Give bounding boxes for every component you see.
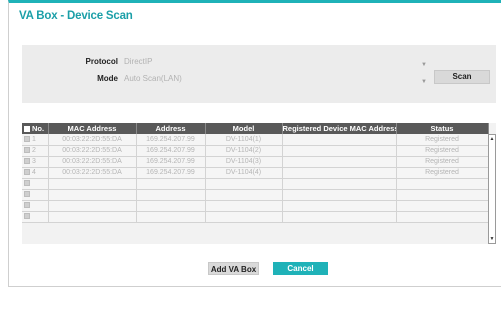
row-number-cell[interactable]	[22, 200, 49, 212]
cell-address: 169.254.207.99	[136, 134, 206, 146]
cell-status	[396, 200, 489, 212]
protocol-value: DirectIP	[124, 57, 153, 66]
cell-registered-mac	[282, 200, 397, 212]
cell-model	[205, 178, 283, 190]
cell-address	[136, 200, 206, 212]
row-checkbox[interactable]	[24, 180, 30, 186]
cell-model: DV-1104(4)	[205, 167, 283, 179]
row-number-cell[interactable]: 3	[22, 156, 49, 168]
dialog-title: VA Box - Device Scan	[19, 10, 133, 22]
scroll-down-icon[interactable]: ▼	[489, 235, 495, 243]
column-header-registered-mac: Registered Device MAC Address	[282, 123, 397, 134]
cell-registered-mac	[282, 178, 397, 190]
divider	[8, 286, 501, 287]
cell-mac: 00:03:22:2D:55:DA	[48, 156, 137, 168]
cell-registered-mac	[282, 145, 397, 157]
row-checkbox[interactable]	[24, 169, 30, 175]
cell-registered-mac	[282, 189, 397, 201]
cell-status: Registered	[396, 145, 489, 157]
column-header-no[interactable]: No.	[22, 123, 49, 134]
protocol-label: Protocol	[85, 57, 118, 66]
column-header-mac: MAC Address	[48, 123, 137, 134]
cell-model: DV-1104(1)	[205, 134, 283, 146]
row-checkbox[interactable]	[24, 158, 30, 164]
row-checkbox[interactable]	[24, 202, 30, 208]
scroll-up-icon[interactable]: ▲	[489, 135, 495, 143]
row-checkbox[interactable]	[24, 213, 30, 219]
cell-mac: 00:03:22:2D:55:DA	[48, 134, 137, 146]
cell-registered-mac	[282, 156, 397, 168]
cell-registered-mac	[282, 211, 397, 223]
row-number-cell[interactable]: 1	[22, 134, 49, 146]
cancel-button[interactable]: Cancel	[273, 262, 328, 275]
table-row[interactable]	[22, 211, 489, 223]
cell-model	[205, 200, 283, 212]
mode-label: Mode	[97, 74, 118, 83]
device-table: No. MAC Address Address Model Registered…	[22, 123, 489, 223]
cell-status	[396, 189, 489, 201]
row-number-cell[interactable]: 4	[22, 167, 49, 179]
cell-status: Registered	[396, 156, 489, 168]
cell-registered-mac	[282, 134, 397, 146]
protocol-row: Protocol DirectIP ▼	[22, 55, 496, 69]
row-number-cell[interactable]	[22, 189, 49, 201]
table-header-row: No. MAC Address Address Model Registered…	[22, 123, 489, 134]
cell-model	[205, 189, 283, 201]
table-row[interactable]	[22, 189, 489, 201]
table-row[interactable]	[22, 200, 489, 212]
add-va-box-button[interactable]: Add VA Box	[208, 262, 259, 275]
device-scan-dialog: VA Box - Device Scan Protocol DirectIP ▼…	[8, 0, 501, 286]
cell-model	[205, 211, 283, 223]
table-scrollbar[interactable]: ▲ ▼	[488, 134, 496, 244]
mode-row: Mode Auto Scan(LAN) ▼ Scan	[22, 70, 496, 86]
chevron-down-icon: ▼	[421, 79, 427, 85]
cell-status: Registered	[396, 167, 489, 179]
cell-address: 169.254.207.99	[136, 156, 206, 168]
table-row[interactable]	[22, 178, 489, 190]
row-checkbox[interactable]	[24, 191, 30, 197]
cell-mac	[48, 189, 137, 201]
mode-select[interactable]: Auto Scan(LAN) ▼	[122, 72, 427, 86]
cell-address: 169.254.207.99	[136, 145, 206, 157]
cell-model: DV-1104(3)	[205, 156, 283, 168]
device-table-container: No. MAC Address Address Model Registered…	[22, 123, 496, 244]
protocol-select[interactable]: DirectIP ▼	[122, 55, 427, 69]
table-row[interactable]: 2 00:03:22:2D:55:DA 169.254.207.99 DV-1104(…	[22, 145, 489, 157]
cell-address	[136, 189, 206, 201]
select-all-checkbox[interactable]	[24, 126, 30, 132]
cell-registered-mac	[282, 167, 397, 179]
table-row[interactable]: 4 00:03:22:2D:55:DA 169.254.207.99 DV-1104(…	[22, 167, 489, 179]
row-number-cell[interactable]	[22, 178, 49, 190]
column-header-model: Model	[205, 123, 283, 134]
cell-model: DV-1104(2)	[205, 145, 283, 157]
scan-button[interactable]: Scan	[434, 70, 490, 84]
cell-address	[136, 211, 206, 223]
row-number-cell[interactable]: 2	[22, 145, 49, 157]
cell-status	[396, 211, 489, 223]
chevron-down-icon: ▼	[421, 62, 427, 68]
cell-mac	[48, 178, 137, 190]
row-checkbox[interactable]	[24, 147, 30, 153]
cell-mac	[48, 200, 137, 212]
cell-address: 169.254.207.99	[136, 167, 206, 179]
row-number-cell[interactable]	[22, 211, 49, 223]
cell-mac: 00:03:22:2D:55:DA	[48, 145, 137, 157]
cell-mac: 00:03:22:2D:55:DA	[48, 167, 137, 179]
table-row[interactable]: 3 00:03:22:2D:55:DA 169.254.207.99 DV-1104(…	[22, 156, 489, 168]
cell-status: Registered	[396, 134, 489, 146]
cell-status	[396, 178, 489, 190]
table-row[interactable]: 1 00:03:22:2D:55:DA 169.254.207.99 DV-1104(…	[22, 134, 489, 146]
column-header-status: Status	[396, 123, 489, 134]
cell-mac	[48, 211, 137, 223]
scan-settings-panel: Protocol DirectIP ▼ Mode Auto Scan(LAN) …	[22, 45, 496, 103]
mode-value: Auto Scan(LAN)	[124, 74, 182, 83]
cell-address	[136, 178, 206, 190]
column-header-address: Address	[136, 123, 206, 134]
row-checkbox[interactable]	[24, 135, 30, 142]
